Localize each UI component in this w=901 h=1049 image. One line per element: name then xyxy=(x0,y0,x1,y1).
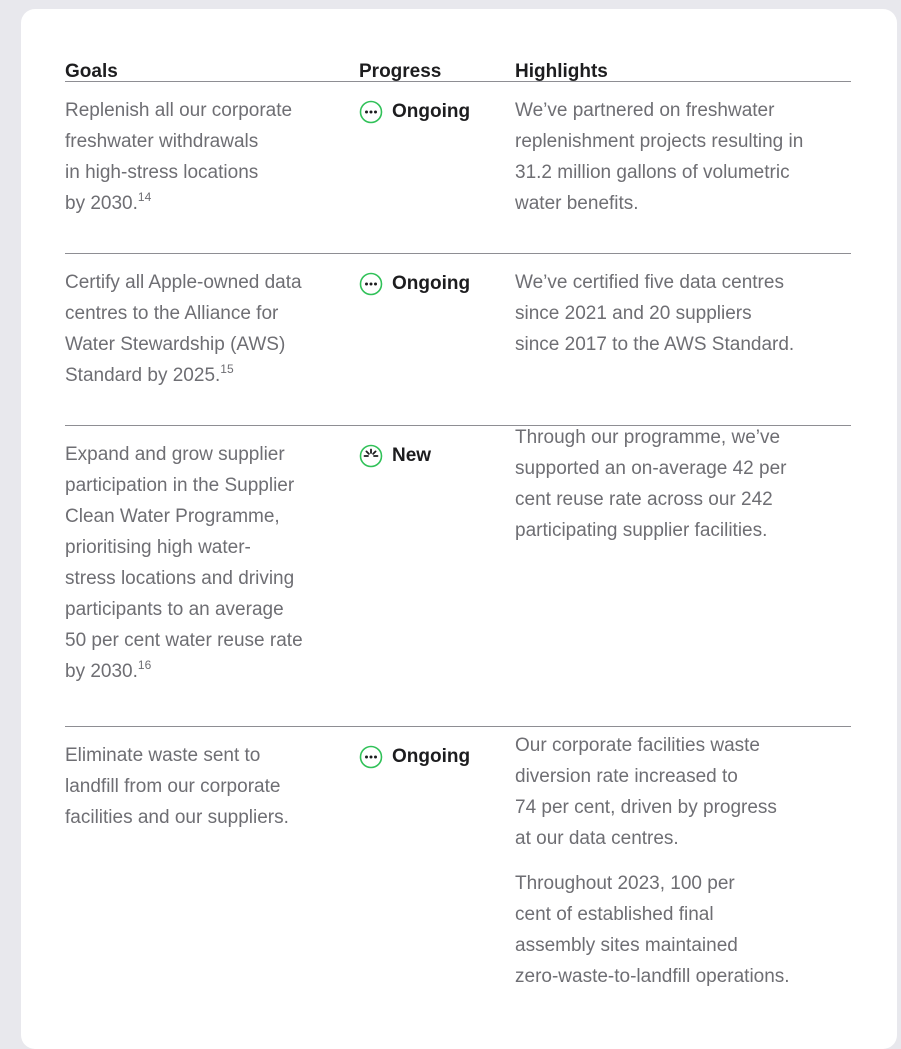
status-label: New xyxy=(392,445,432,466)
highlight-line: cent reuse rate across our 242 xyxy=(515,489,773,510)
table-header: Goals Progress Highlights xyxy=(21,61,897,91)
highlight-line: zero-waste-to-landfill operations. xyxy=(515,966,790,987)
highlight-paragraph: Through our programme, we’ve supported an… xyxy=(515,422,845,546)
highlights-cell: We’ve partnered on freshwater replenishme… xyxy=(515,95,845,219)
highlight-line: Our corporate facilities waste xyxy=(515,735,760,756)
highlight-line: diversion rate increased to xyxy=(515,766,738,787)
goal-line: landfill from our corporate xyxy=(65,776,281,797)
highlight-line: assembly sites maintained xyxy=(515,935,738,956)
column-header-progress: Progress xyxy=(359,61,442,82)
highlight-line: replenishment projects resulting in xyxy=(515,131,804,152)
goal-line: centres to the Alliance for xyxy=(65,303,279,324)
highlight-line: water benefits. xyxy=(515,193,639,214)
sparkle-circle-icon xyxy=(359,444,383,468)
highlights-cell: We’ve certified five data centres since 2… xyxy=(515,267,845,360)
highlight-line: We’ve certified five data centres xyxy=(515,272,784,293)
highlights-cell: Our corporate facilities waste diversion … xyxy=(515,730,845,992)
goal-line: 50 per cent water reuse rate xyxy=(65,630,303,651)
goal-line: Certify all Apple-owned data xyxy=(65,272,302,293)
highlight-line: Through our programme, we’ve xyxy=(515,427,781,448)
goal-line: by 2030.14 xyxy=(65,190,152,214)
goal-line: Water Stewardship (AWS) xyxy=(65,334,286,355)
goal-cell: Certify all Apple-owned data centres to t… xyxy=(65,267,351,391)
status-label: Ongoing xyxy=(392,746,471,767)
highlight-line: cent of established final xyxy=(515,904,714,925)
progress-status: New xyxy=(359,444,431,468)
highlight-paragraph: Our corporate facilities waste diversion … xyxy=(515,730,845,854)
row-divider xyxy=(65,253,851,254)
progress-status: Ongoing xyxy=(359,100,470,124)
highlight-line: 31.2 million gallons of volumetric xyxy=(515,162,790,183)
goal-line: by 2030.16 xyxy=(65,658,152,682)
goal-cell: Expand and grow supplier participation in… xyxy=(65,439,351,687)
status-label: Ongoing xyxy=(392,101,471,122)
progress-status: Ongoing xyxy=(359,745,470,769)
column-header-goals: Goals xyxy=(65,61,118,82)
highlight-line: since 2021 and 20 suppliers xyxy=(515,303,752,324)
goals-table-card: Goals Progress Highlights Replenish all … xyxy=(21,9,897,1049)
ellipsis-circle-icon xyxy=(359,272,383,296)
ellipsis-circle-icon xyxy=(359,745,383,769)
footnote-marker: 15 xyxy=(220,362,234,376)
progress-status: Ongoing xyxy=(359,272,470,296)
highlight-line: since 2017 to the AWS Standard. xyxy=(515,334,795,355)
goal-line: facilities and our suppliers. xyxy=(65,807,289,828)
goal-cell: Eliminate waste sent to landfill from our… xyxy=(65,740,351,833)
goal-line: participation in the Supplier xyxy=(65,475,295,496)
footnote-marker: 16 xyxy=(137,658,152,672)
goal-line: Eliminate waste sent to xyxy=(65,745,261,766)
highlight-line: supported an on-average 42 per xyxy=(515,458,787,479)
highlight-paragraph: Throughout 2023, 100 per cent of establis… xyxy=(515,868,845,992)
status-label: Ongoing xyxy=(392,273,471,294)
highlight-line: participating supplier facilities. xyxy=(515,520,768,541)
highlight-line: Throughout 2023, 100 per xyxy=(515,873,735,894)
goal-cell: Replenish all our corporate freshwater wi… xyxy=(65,95,351,219)
highlight-paragraph: We’ve partnered on freshwater replenishme… xyxy=(515,95,845,219)
footnote-marker: 14 xyxy=(137,190,152,204)
header-divider xyxy=(65,81,851,82)
goal-line: stress locations and driving xyxy=(65,568,295,589)
goal-line: freshwater withdrawals xyxy=(65,131,259,152)
goal-line: Expand and grow supplier xyxy=(65,444,285,465)
highlight-line: at our data centres. xyxy=(515,828,679,849)
goal-line: participants to an average xyxy=(65,599,284,620)
goal-line: Replenish all our corporate xyxy=(65,100,293,121)
goal-line: in high-stress locations xyxy=(65,162,259,183)
highlights-cell: Through our programme, we’ve supported an… xyxy=(515,422,845,546)
goal-line: Clean Water Programme, xyxy=(65,506,280,527)
highlight-paragraph: We’ve certified five data centres since 2… xyxy=(515,267,845,360)
row-divider xyxy=(65,726,851,727)
goal-line: prioritising high water- xyxy=(65,537,251,558)
highlight-line: We’ve partnered on freshwater xyxy=(515,100,775,121)
ellipsis-circle-icon xyxy=(359,100,383,124)
goal-line: Standard by 2025.15 xyxy=(65,362,234,386)
column-header-highlights: Highlights xyxy=(515,61,608,82)
highlight-line: 74 per cent, driven by progress xyxy=(515,797,777,818)
